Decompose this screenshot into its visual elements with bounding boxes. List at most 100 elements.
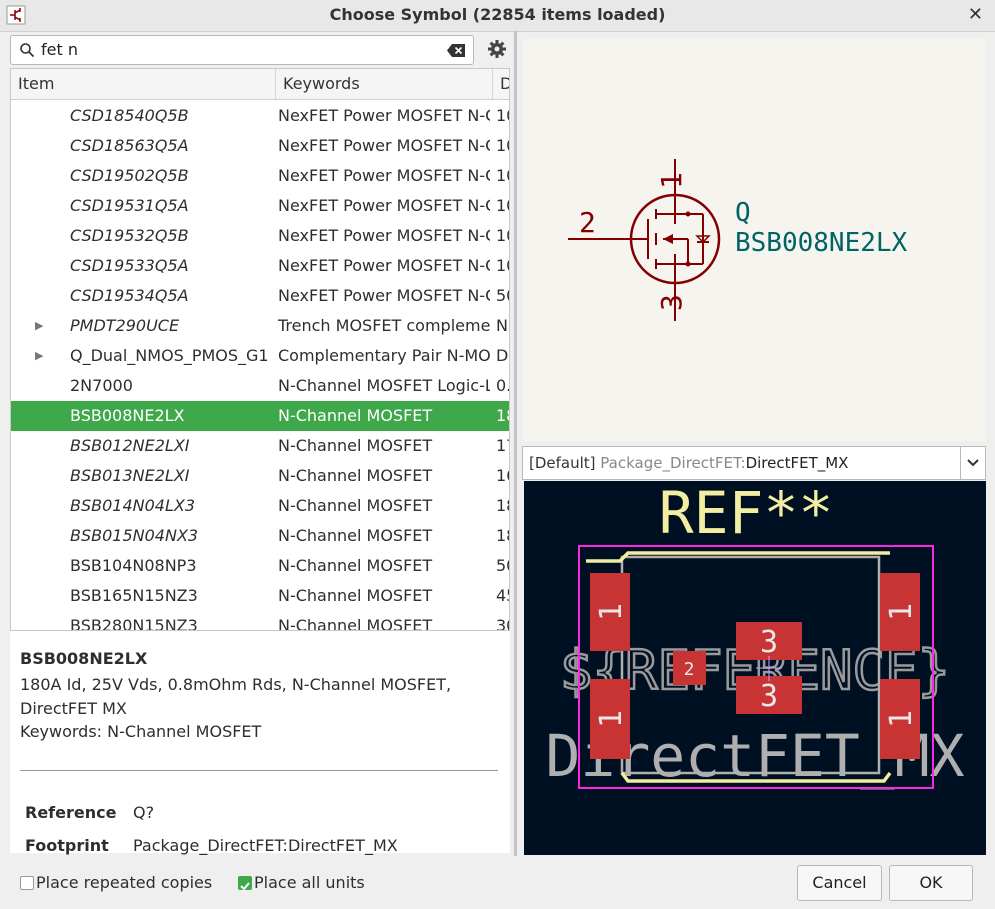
panel-splitter[interactable]	[514, 31, 517, 856]
row-item-name: BSB280N15NZ3	[70, 616, 198, 631]
symbol-ref: Q	[735, 198, 751, 228]
search-text: fet n	[41, 40, 78, 59]
table-row[interactable]: ▶ PMDT290UCE Trench MOSFET complementary N	[11, 311, 509, 341]
row-keywords: N-Channel MOSFET	[278, 406, 433, 425]
pad-1-top-left-label: 1	[594, 603, 629, 621]
row-description: 10	[496, 256, 509, 275]
table-row[interactable]: CSD18563Q5A NexFET Power MOSFET N-Ch 10	[11, 131, 509, 161]
details-name: BSB008NE2LX	[20, 649, 148, 668]
row-keywords: NexFET Power MOSFET N-Ch	[278, 136, 490, 155]
row-keywords: NexFET Power MOSFET N-Ch	[278, 256, 490, 275]
reference-value: Q?	[133, 803, 155, 822]
table-row[interactable]: BSB013NE2LXI N-Channel MOSFET 16	[11, 461, 509, 491]
place-all-units-checkbox[interactable]	[238, 876, 252, 891]
row-description: 17	[496, 436, 509, 455]
footprint-dropdown[interactable]: [Default] Package_DirectFET:DirectFET_MX	[522, 446, 986, 480]
details-description: 180A Id, 25V Vds, 0.8mOhm Rds, N-Channel…	[20, 675, 452, 718]
row-item-name: CSD19502Q5B	[70, 166, 189, 185]
table-row[interactable]: BSB012NE2LXI N-Channel MOSFET 17	[11, 431, 509, 461]
row-description: 10	[496, 106, 509, 125]
column-header-description[interactable]: D	[493, 69, 509, 99]
row-item-name: BSB012NE2LXI	[70, 436, 190, 455]
table-row[interactable]: BSB104N08NP3 N-Channel MOSFET 50	[11, 551, 509, 581]
symbol-canvas: 2 1 3 Q BSB008NE2LX	[568, 159, 908, 321]
row-item-name: Q_Dual_NMOS_PMOS_G1	[70, 346, 269, 365]
clear-search-icon[interactable]	[447, 44, 465, 57]
place-all-units-label: Place all units	[254, 873, 365, 892]
mosfet-arrow	[663, 234, 673, 244]
search-input[interactable]: fet n	[10, 35, 474, 65]
symbol-tree[interactable]: Item Keywords D CSD18540Q5B NexFET Power …	[10, 68, 510, 631]
row-item-name: CSD19534Q5A	[70, 286, 189, 305]
row-item-name: BSB008NE2LX	[70, 406, 185, 425]
table-row[interactable]: CSD19532Q5B NexFET Power MOSFET N-Ch 10	[11, 221, 509, 251]
symbol-value: BSB008NE2LX	[735, 228, 908, 258]
row-keywords: NexFET Power MOSFET N-Ch	[278, 196, 490, 215]
row-keywords: N-Channel MOSFET	[278, 616, 433, 631]
table-row[interactable]: BSB165N15NZ3 N-Channel MOSFET 45	[11, 581, 509, 611]
row-keywords: NexFET Power MOSFET N-Ch	[278, 166, 490, 185]
row-description: 10	[496, 196, 509, 215]
gear-icon[interactable]	[486, 38, 508, 60]
row-description: 16	[496, 466, 509, 485]
table-row[interactable]: CSD19533Q5A NexFET Power MOSFET N-Ch 10	[11, 251, 509, 281]
row-keywords: N-Channel MOSFET	[278, 556, 433, 575]
row-item-name: CSD19532Q5B	[70, 226, 189, 245]
column-header-keywords[interactable]: Keywords	[276, 69, 493, 99]
search-icon	[20, 43, 35, 58]
row-description: 50	[496, 556, 509, 575]
expand-arrow-icon[interactable]: ▶	[35, 341, 43, 371]
ok-button[interactable]: OK	[889, 865, 973, 901]
title-bar: Choose Symbol (22854 items loaded) ✕	[0, 0, 995, 32]
pin-gate-number: 2	[579, 206, 596, 239]
details-separator	[20, 770, 498, 771]
footprint-library: Package_DirectFET:	[600, 454, 746, 472]
row-description: 45	[496, 586, 509, 605]
tree-header: Item Keywords D	[11, 69, 509, 100]
row-keywords: N-Channel MOSFET	[278, 436, 433, 455]
pad-1-bottom-left-label: 1	[594, 710, 629, 728]
row-description: N	[496, 316, 508, 335]
table-row[interactable]: CSD19502Q5B NexFET Power MOSFET N-Ch 10	[11, 161, 509, 191]
column-header-item[interactable]: Item	[11, 69, 276, 99]
check-icon	[240, 882, 250, 891]
row-item-name: 2N7000	[70, 376, 133, 395]
row-keywords: N-Channel MOSFET	[278, 496, 433, 515]
row-description: 30	[496, 616, 509, 631]
chevron-down-icon[interactable]	[960, 447, 985, 479]
row-description: 10	[496, 226, 509, 245]
row-description: 0.	[496, 376, 510, 395]
table-row[interactable]: BSB015N04NX3 N-Channel MOSFET 18	[11, 521, 509, 551]
table-row[interactable]: CSD18540Q5B NexFET Power MOSFET N-Ch 10	[11, 101, 509, 131]
cancel-button[interactable]: Cancel	[797, 865, 882, 901]
table-row[interactable]: ▶ Q_Dual_NMOS_PMOS_G1 Complementary Pair N…	[11, 341, 509, 371]
table-row[interactable]: BSB008NE2LX N-Channel MOSFET 18	[11, 401, 509, 431]
pad-2-label: 2	[684, 659, 695, 680]
row-description: 18	[496, 496, 509, 515]
footprint-name: DirectFET_MX	[745, 454, 849, 472]
place-repeated-label: Place repeated copies	[36, 873, 213, 892]
table-row[interactable]: BSB014N04LX3 N-Channel MOSFET 18	[11, 491, 509, 521]
row-item-name: CSD19533Q5A	[70, 256, 189, 275]
row-keywords: Trench MOSFET complementary	[278, 316, 490, 335]
footprint-default-tag: [Default]	[529, 454, 596, 472]
table-row[interactable]: CSD19534Q5A NexFET Power MOSFET N-Ch 50	[11, 281, 509, 311]
row-keywords: N-Channel MOSFET	[278, 466, 433, 485]
row-item-name: BSB015N04NX3	[70, 526, 199, 545]
place-repeated-checkbox[interactable]	[20, 876, 34, 890]
window-title: Choose Symbol (22854 items loaded)	[329, 5, 666, 24]
row-item-name: PMDT290UCE	[70, 316, 180, 335]
row-item-name: BSB014N04LX3	[70, 496, 196, 515]
row-description: 10	[496, 166, 509, 185]
row-item-name: BSB013NE2LXI	[70, 466, 190, 485]
table-row[interactable]: CSD19531Q5A NexFET Power MOSFET N-Ch 10	[11, 191, 509, 221]
expand-arrow-icon[interactable]: ▶	[35, 311, 43, 341]
row-item-name: BSB104N08NP3	[70, 556, 197, 575]
table-row[interactable]: 2N7000 N-Channel MOSFET Logic-Level 0.	[11, 371, 509, 401]
footprint-label: Footprint	[25, 836, 109, 855]
row-description: 18	[496, 526, 509, 545]
pad-1-top-right-label: 1	[884, 603, 919, 621]
close-icon[interactable]: ✕	[968, 4, 983, 25]
table-row[interactable]: BSB280N15NZ3 N-Channel MOSFET 30	[11, 611, 509, 631]
silk-reference-text: REF**	[659, 481, 834, 547]
